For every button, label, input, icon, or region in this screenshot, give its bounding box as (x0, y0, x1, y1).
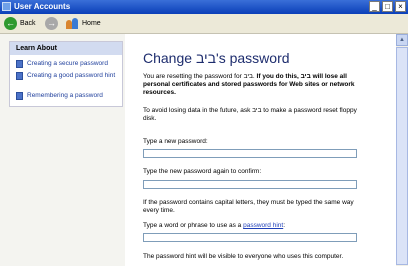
new-password-label: Type a new password: (143, 138, 208, 145)
learn-item-remembering[interactable]: Remembering a password (16, 92, 120, 100)
back-arrow-icon: ← (4, 16, 17, 30)
new-password-field[interactable] (143, 149, 357, 158)
learn-item-secure-password[interactable]: Creating a secure password (16, 60, 120, 68)
caps-note: If the password contains capital letters… (143, 199, 354, 214)
maximize-button[interactable]: □ (382, 1, 393, 12)
home-button[interactable]: Home (66, 16, 101, 30)
back-label: Back (20, 19, 36, 27)
hint-visibility-note: The password hint will be visible to eve… (143, 253, 344, 260)
help-document-icon (16, 92, 23, 100)
hint-label: Type a word or phrase to use as a passwo… (143, 222, 285, 229)
learn-item-label: Remembering a password (27, 92, 103, 99)
forward-arrow-icon: → (45, 16, 58, 30)
scroll-thumb[interactable] (396, 47, 408, 265)
learn-about-header: Learn About (10, 42, 122, 55)
learn-item-label: Creating a secure password (27, 60, 108, 67)
reset-warning-text: You are resetting the password for ביב. … (143, 73, 368, 97)
reset-warning-normal: You are resetting the password for ביב. (143, 73, 257, 80)
password-hint-link[interactable]: password hint (243, 222, 283, 229)
page-title: Change ביב's password (143, 50, 290, 66)
forward-button[interactable]: → (45, 16, 61, 30)
confirm-password-label: Type the new password again to confirm: (143, 168, 262, 175)
confirm-password-field[interactable] (143, 180, 357, 189)
title-bar: User Accounts _ □ × (0, 0, 408, 14)
window-title: User Accounts (14, 2, 71, 11)
password-hint-field[interactable] (143, 233, 357, 242)
help-document-icon (16, 60, 23, 68)
help-document-icon (16, 72, 23, 80)
hint-label-prefix: Type a word or phrase to use as a (143, 222, 244, 229)
hint-label-suffix: : (283, 222, 286, 229)
scroll-up-icon[interactable]: ▲ (396, 34, 408, 46)
learn-item-label: Creating a good password hint (27, 72, 116, 79)
toolbar: ← Back → Home (0, 14, 408, 34)
learn-item-good-hint[interactable]: Creating a good password hint (16, 72, 120, 80)
learn-about-panel: Learn About Creating a secure password C… (9, 41, 123, 107)
back-button[interactable]: ← Back (4, 16, 36, 30)
vertical-scrollbar[interactable]: ▲ (396, 34, 408, 266)
close-button[interactable]: × (395, 1, 406, 12)
minimize-button[interactable]: _ (369, 1, 380, 12)
reset-disk-advice: To avoid losing data in the future, ask … (143, 107, 357, 122)
home-icon (66, 17, 79, 29)
left-pane: Learn About Creating a secure password C… (0, 34, 125, 266)
home-label: Home (82, 19, 101, 27)
user-accounts-icon (2, 2, 11, 11)
